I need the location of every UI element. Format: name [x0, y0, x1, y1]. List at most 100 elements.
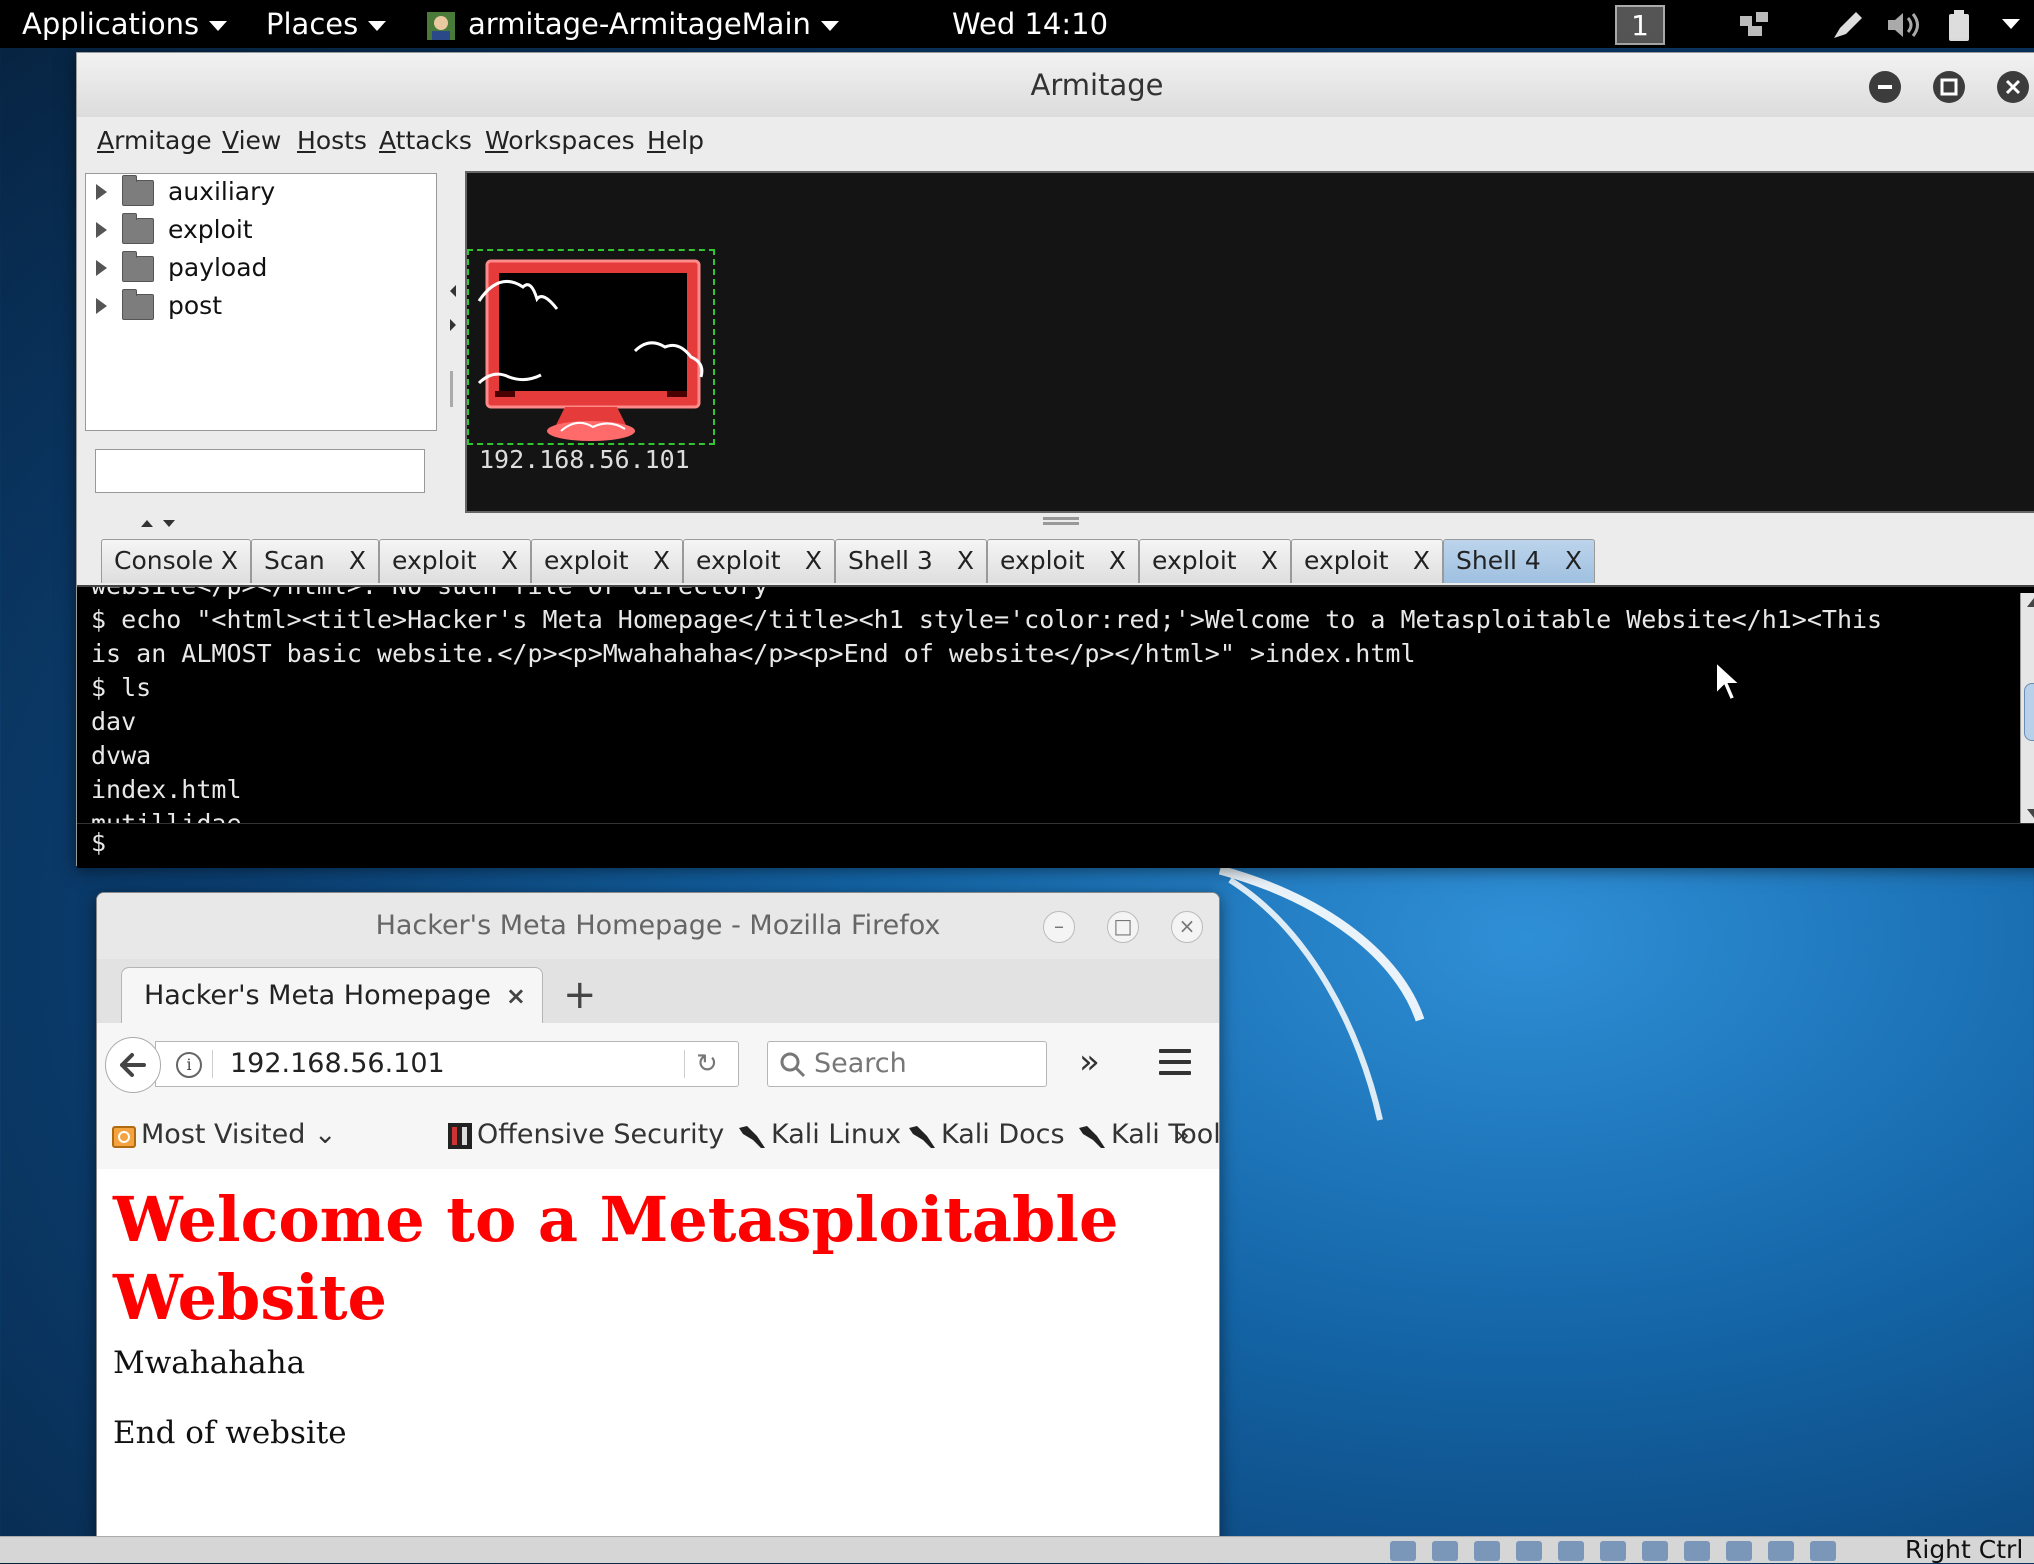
bookmark-kali-linux[interactable]: Kali Linux — [737, 1101, 901, 1169]
menu-attacks[interactable]: Attacks — [379, 117, 472, 165]
tab-close-button[interactable]: X — [1565, 540, 1582, 582]
host-node[interactable] — [467, 249, 715, 445]
tree-item-post[interactable]: post — [86, 288, 436, 324]
url-bar[interactable]: i 192.168.56.101 ↻ — [155, 1041, 739, 1087]
tab-console[interactable]: Console X — [101, 539, 251, 583]
minimize-icon — [1878, 85, 1892, 89]
new-tab-button[interactable]: + — [563, 971, 597, 1019]
reload-icon[interactable]: ↻ — [696, 1042, 718, 1086]
chevron-down-icon — [209, 21, 228, 31]
expand-arrow-icon[interactable] — [96, 184, 107, 200]
tab-close-button[interactable]: X — [805, 540, 822, 582]
volume-icon[interactable] — [1886, 10, 1922, 40]
scroll-up-icon[interactable] — [2021, 593, 2034, 613]
hamburger-menu-icon[interactable] — [1159, 1049, 1191, 1075]
tab-exploit[interactable]: exploit X — [379, 539, 531, 583]
menu-help[interactable]: Help — [647, 117, 704, 165]
tab-close-button[interactable]: X — [349, 540, 366, 582]
shared-folder-icon[interactable] — [1600, 1541, 1626, 1561]
bookmark-most-visited[interactable]: Most Visited ⌄ — [111, 1101, 337, 1169]
maximize-button[interactable]: □ — [1107, 911, 1139, 943]
tab-close-button[interactable]: X — [653, 540, 670, 582]
bookmark-kali-docs[interactable]: Kali Docs — [907, 1101, 1065, 1169]
bookmark-label: Offensive Security — [477, 1119, 725, 1150]
close-button[interactable] — [1997, 71, 2029, 103]
pen-icon[interactable] — [1830, 10, 1864, 40]
hard-disk-icon[interactable] — [1390, 1541, 1416, 1561]
tab-shell-4[interactable]: Shell 4 X — [1443, 539, 1595, 583]
firefox-tab-strip: Hacker's Meta Homepage × + — [97, 959, 1219, 1024]
vertical-splitter[interactable] — [444, 173, 462, 565]
tab-close-button[interactable]: X — [1413, 540, 1430, 582]
tab-shell-3[interactable]: Shell 3 X — [835, 539, 987, 583]
active-app-menu[interactable]: armitage-ArmitageMain — [426, 0, 839, 48]
bookmarks-overflow-button[interactable]: » — [1175, 1101, 1190, 1169]
back-button[interactable] — [105, 1037, 161, 1093]
menu-hosts[interactable]: Hosts — [297, 117, 367, 165]
tab-exploit[interactable]: exploit X — [1291, 539, 1443, 583]
recording-icon[interactable] — [1684, 1541, 1710, 1561]
display-icon[interactable] — [1642, 1541, 1668, 1561]
expand-arrow-icon[interactable] — [96, 298, 107, 314]
expand-arrow-icon[interactable] — [96, 222, 107, 238]
menu-workspaces[interactable]: Workspaces — [485, 117, 635, 165]
tab-close-button[interactable]: X — [1261, 540, 1278, 582]
usb-icon[interactable] — [1558, 1541, 1584, 1561]
close-button[interactable]: × — [1171, 911, 1203, 943]
tab-close-button[interactable]: X — [221, 540, 238, 582]
firefox-titlebar[interactable]: Hacker's Meta Homepage - Mozilla Firefox… — [97, 893, 1219, 959]
kali-dragon-icon — [1079, 1125, 1105, 1148]
minimize-button[interactable] — [1869, 71, 1901, 103]
network-icon[interactable] — [1738, 10, 1772, 38]
tree-item-payload[interactable]: payload — [86, 250, 436, 286]
console-line: dvwa — [91, 741, 152, 770]
bookmark-kali-tools[interactable]: Kali Tools — [1077, 1101, 1219, 1169]
chevron-down-icon: ⌄ — [305, 1119, 337, 1150]
bookmark-offensive-security[interactable]: Offensive Security — [447, 1101, 724, 1169]
module-search-input[interactable] — [95, 449, 425, 493]
console-line: website</p></html>: No such file or dire… — [91, 587, 2001, 603]
tab-exploit[interactable]: exploit X — [987, 539, 1139, 583]
cpu-icon[interactable] — [1726, 1541, 1752, 1561]
places-menu[interactable]: Places — [266, 0, 387, 48]
search-input[interactable]: Search — [767, 1041, 1047, 1087]
clock[interactable]: Wed 14:10 — [952, 0, 1108, 48]
minimize-button[interactable]: – — [1043, 911, 1075, 943]
menu-armitage[interactable]: Armitage — [97, 117, 212, 165]
maximize-button[interactable] — [1933, 71, 1965, 103]
tab-scan[interactable]: Scan X — [251, 539, 379, 583]
audio-icon[interactable] — [1474, 1541, 1500, 1561]
keyboard-icon[interactable] — [1810, 1541, 1836, 1561]
system-menu-chevron-icon[interactable] — [2002, 19, 2020, 29]
toolbar-overflow-button[interactable]: » — [1079, 1037, 1100, 1087]
tab-close-button[interactable]: X — [1109, 540, 1126, 582]
scrollbar-thumb[interactable] — [2024, 683, 2034, 741]
optical-drive-icon[interactable] — [1432, 1541, 1458, 1561]
close-icon — [2005, 79, 2021, 95]
scroll-down-icon[interactable] — [2021, 803, 2034, 823]
console-scrollbar[interactable] — [2020, 593, 2034, 823]
browser-tab[interactable]: Hacker's Meta Homepage × — [121, 967, 543, 1024]
tab-close-icon[interactable]: × — [506, 968, 526, 1024]
battery-icon[interactable] — [1948, 10, 1970, 42]
workspace-indicator[interactable]: 1 — [1615, 5, 1665, 45]
console-line: dav — [91, 707, 137, 736]
bookmark-label: Kali Linux — [771, 1119, 902, 1150]
network-adapter-icon[interactable] — [1516, 1541, 1542, 1561]
applications-menu[interactable]: Applications — [22, 0, 228, 48]
tab-close-button[interactable]: X — [957, 540, 974, 582]
tab-exploit[interactable]: exploit X — [1139, 539, 1291, 583]
page-paragraph: Mwahahaha — [113, 1345, 306, 1381]
info-icon[interactable]: i — [176, 1052, 202, 1078]
expand-arrow-icon[interactable] — [96, 260, 107, 276]
armitage-titlebar[interactable]: Armitage — [77, 53, 2034, 118]
tree-item-exploit[interactable]: exploit — [86, 212, 436, 248]
tree-item-auxiliary[interactable]: auxiliary — [86, 174, 436, 210]
horizontal-splitter[interactable] — [77, 515, 2034, 533]
menu-view[interactable]: View — [222, 117, 281, 165]
tab-close-button[interactable]: X — [501, 540, 518, 582]
tab-exploit[interactable]: exploit X — [531, 539, 683, 583]
tab-exploit[interactable]: exploit X — [683, 539, 835, 583]
mouse-integration-icon[interactable] — [1768, 1541, 1794, 1561]
shell-input[interactable]: $ — [77, 823, 2034, 868]
